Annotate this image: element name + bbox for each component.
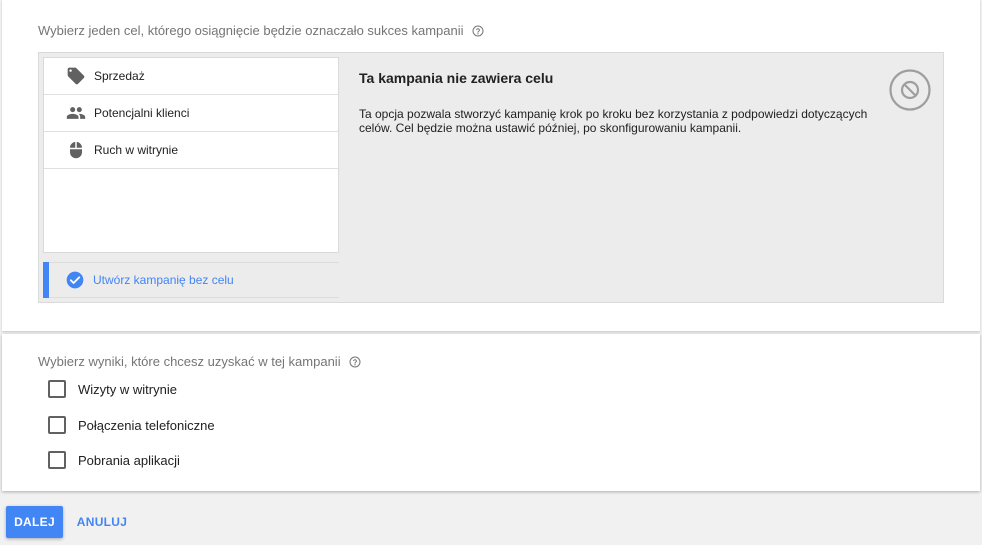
people-icon: [66, 103, 86, 123]
checkbox[interactable]: [48, 451, 66, 469]
next-button[interactable]: DALEJ: [6, 506, 63, 538]
goal-detail-description: Ta opcja pozwala stworzyć kampanię krok …: [359, 107, 868, 135]
mouse-icon: [66, 140, 86, 160]
result-option-app-downloads[interactable]: Pobrania aplikacji: [48, 451, 180, 469]
no-goal-option[interactable]: Utwórz kampanię bez celu: [43, 262, 339, 298]
check-circle-icon: [66, 271, 84, 289]
checkbox[interactable]: [48, 416, 66, 434]
tag-icon: [66, 66, 86, 86]
goal-list: Sprzedaż Potencjalni klienci Ruch w witr…: [43, 57, 339, 253]
result-option-website-visits[interactable]: Wizyty w witrynie: [48, 380, 177, 398]
results-section-title: Wybierz wyniki, które chcesz uzyskać w t…: [38, 354, 361, 369]
result-option-phone-calls[interactable]: Połączenia telefoniczne: [48, 416, 215, 434]
goals-panel: Sprzedaż Potencjalni klienci Ruch w witr…: [38, 52, 944, 303]
no-goal-label: Utwórz kampanię bez celu: [93, 273, 234, 287]
checkbox[interactable]: [48, 380, 66, 398]
help-icon[interactable]: [349, 356, 361, 368]
goal-section-title: Wybierz jeden cel, którego osiągnięcie b…: [38, 23, 484, 38]
cancel-button[interactable]: ANULUJ: [70, 506, 134, 538]
help-icon[interactable]: [472, 25, 484, 37]
results-card: Wybierz wyniki, które chcesz uzyskać w t…: [2, 334, 980, 491]
selected-indicator: [43, 262, 49, 298]
goal-detail-title: Ta kampania nie zawiera celu: [359, 70, 554, 86]
no-goal-ban-icon: [889, 69, 931, 111]
goal-item-leads[interactable]: Potencjalni klienci: [44, 95, 338, 132]
goal-item-sales[interactable]: Sprzedaż: [44, 58, 338, 95]
goal-card: Wybierz jeden cel, którego osiągnięcie b…: [2, 0, 980, 331]
goal-item-website-traffic[interactable]: Ruch w witrynie: [44, 132, 338, 169]
